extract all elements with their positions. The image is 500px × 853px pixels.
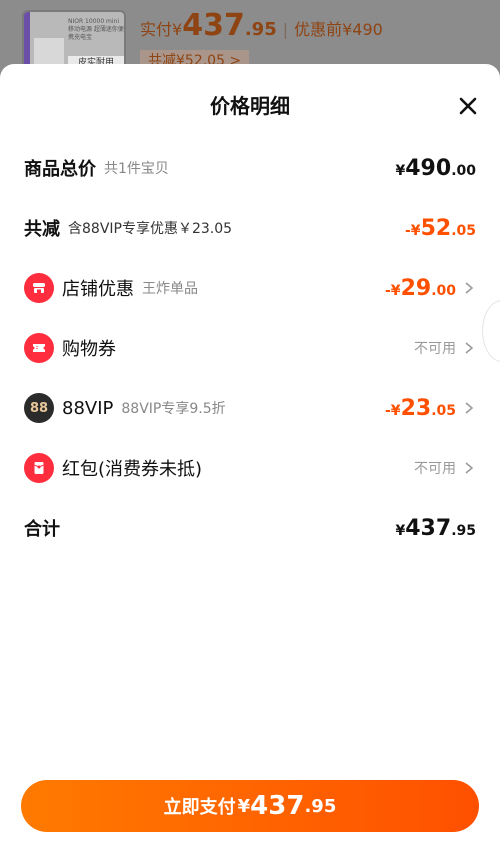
sheet-title: 价格明细	[210, 94, 290, 118]
price-yen: ¥	[172, 20, 183, 39]
thumbnail-stripe	[24, 12, 30, 68]
vip-88-icon: 88	[24, 393, 54, 423]
chevron-right-icon	[462, 461, 476, 475]
row-total-reduction: 共减 含88VIP专享优惠￥23.05 -¥52.05	[24, 208, 476, 248]
pay-button-label: 立即支付	[163, 797, 236, 818]
vip-amount: -¥23.05	[385, 388, 476, 428]
product-thumbnail: NIOR 10000 mini 移动电源 超薄迷你便携充电宝 皮实耐用	[22, 10, 126, 70]
chevron-right-icon	[462, 401, 476, 415]
reduction-prefix: -¥	[405, 222, 421, 239]
red-packet-icon	[24, 453, 54, 483]
total-yen: ¥	[395, 162, 406, 179]
reduction-label: 共减	[24, 219, 60, 240]
pay-button-int: 437	[250, 791, 305, 821]
shop-dec: .00	[431, 282, 456, 299]
shop-discount-amount: -¥29.00	[385, 268, 476, 308]
pay-now-button[interactable]: 立即支付 ¥ 437 .95	[21, 780, 479, 832]
price-dec: .95	[244, 19, 277, 40]
sum-yen: ¥	[395, 522, 406, 539]
vip-discount-tag: 88VIP专享9.5折	[121, 401, 226, 417]
vip-int: 23	[400, 395, 432, 421]
shop-prefix: -¥	[385, 282, 401, 299]
reduction-detail: 含88VIP专享优惠￥23.05	[68, 221, 233, 237]
sum-amount: ¥437.95	[396, 508, 477, 548]
close-icon[interactable]	[454, 92, 482, 120]
chevron-right-icon	[462, 281, 476, 295]
sum-int: 437	[405, 515, 452, 541]
shop-discount-label: 店铺优惠	[62, 279, 134, 300]
shop-discount-tag: 王炸单品	[142, 281, 198, 297]
price-before: 优惠前¥490	[294, 20, 383, 39]
red-packet-unavailable: 不可用	[414, 461, 456, 477]
coupon-status: 不可用	[414, 328, 476, 368]
total-price-label: 商品总价	[24, 159, 96, 180]
red-packet-status: 不可用	[414, 448, 476, 488]
row-88vip[interactable]: 88 88VIP 88VIP专享9.5折 -¥23.05	[24, 388, 476, 428]
total-price-count: 共1件宝贝	[104, 161, 169, 177]
row-sum: 合计 ¥437.95	[24, 508, 476, 548]
vip-dec: .05	[431, 402, 456, 419]
row-red-packet[interactable]: 红包(消费券未抵) 不可用	[24, 448, 476, 488]
pay-button-yen: ¥	[237, 795, 251, 817]
red-packet-label: 红包(消费券未抵)	[62, 459, 203, 480]
reduction-amount: -¥52.05	[405, 208, 476, 248]
coupon-unavailable: 不可用	[414, 341, 456, 357]
coupon-icon	[24, 333, 54, 363]
price-detail-sheet: 价格明细 商品总价 共1件宝贝 ¥490.00 共减 含88VIP专享优惠￥23…	[0, 64, 500, 853]
vip-label: 88VIP	[62, 397, 114, 419]
pay-button-dec: .95	[304, 795, 337, 817]
shop-int: 29	[400, 275, 432, 301]
reduction-dec: .05	[451, 222, 476, 239]
background-price: 实付¥437.95 | 优惠前¥490	[140, 8, 383, 43]
total-dec: .00	[451, 162, 476, 179]
coupon-label: 购物券	[62, 339, 116, 360]
shop-discount-icon	[24, 273, 54, 303]
price-divider: |	[282, 20, 289, 39]
row-shopping-coupon[interactable]: 购物券 不可用	[24, 328, 476, 368]
thumbnail-text: NIOR 10000 mini 移动电源 超薄迷你便携充电宝	[68, 18, 124, 41]
price-int: 437	[182, 8, 245, 43]
total-int: 490	[405, 155, 452, 181]
row-shop-discount[interactable]: 店铺优惠 王炸单品 -¥29.00	[24, 268, 476, 308]
reduction-int: 52	[420, 215, 452, 241]
row-total-price: 商品总价 共1件宝贝 ¥490.00	[24, 148, 476, 188]
price-prefix: 实付	[140, 20, 173, 39]
sum-dec: .95	[451, 522, 476, 539]
vip-prefix: -¥	[385, 402, 401, 419]
total-price-amount: ¥490.00	[396, 148, 477, 188]
chevron-right-icon	[462, 341, 476, 355]
sum-label: 合计	[24, 519, 60, 540]
